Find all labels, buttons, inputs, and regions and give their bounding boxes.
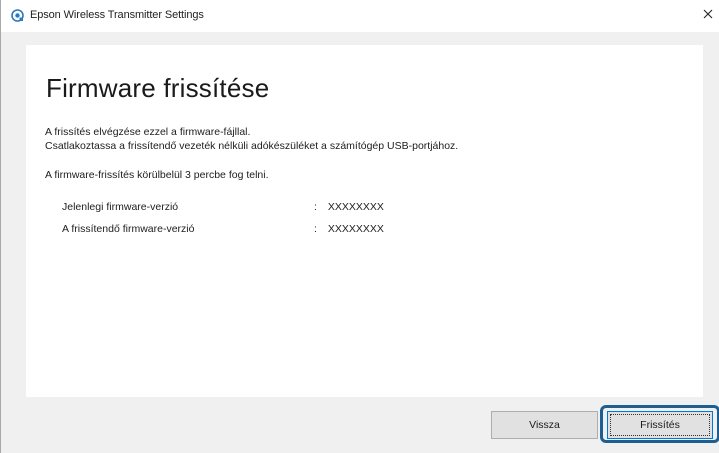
- back-button[interactable]: Vissza: [491, 411, 598, 439]
- new-firmware-label: A frissítendő firmware-verzió: [62, 223, 195, 235]
- page-title: Firmware frissítése: [46, 73, 270, 103]
- current-firmware-value: : XXXXXXXX: [314, 201, 384, 213]
- update-button[interactable]: Frissítés: [607, 411, 713, 439]
- description-line-2: Csatlakoztassa a frissítendő vezeték nél…: [45, 140, 459, 152]
- new-firmware-separator: :: [314, 223, 317, 235]
- title-bar: Epson Wireless Transmitter Settings: [1, 0, 719, 32]
- current-firmware-version: XXXXXXXX: [327, 201, 384, 213]
- update-button-focus-ring: Frissítés: [610, 414, 710, 436]
- back-button-label: Vissza: [529, 419, 560, 431]
- description-line-1: A frissítés elvégzése ezzel a firmware-f…: [45, 126, 251, 138]
- current-firmware-label: Jelenlegi firmware-verzió: [62, 201, 179, 213]
- new-firmware-value: : XXXXXXXX: [314, 223, 384, 235]
- close-button[interactable]: [696, 2, 719, 28]
- epson-app-icon: [11, 9, 24, 22]
- close-icon: [703, 6, 713, 24]
- update-button-label: Frissítés: [640, 419, 680, 431]
- settings-window: Epson Wireless Transmitter Settings Firm…: [0, 0, 719, 453]
- current-firmware-separator: :: [314, 201, 317, 213]
- duration-note: A firmware-frissítés körülbelül 3 percbe…: [45, 169, 269, 181]
- content-panel: Firmware frissítése A frissítés elvégzés…: [26, 45, 703, 397]
- new-firmware-version: XXXXXXXX: [327, 223, 384, 235]
- window-title: Epson Wireless Transmitter Settings: [30, 9, 204, 21]
